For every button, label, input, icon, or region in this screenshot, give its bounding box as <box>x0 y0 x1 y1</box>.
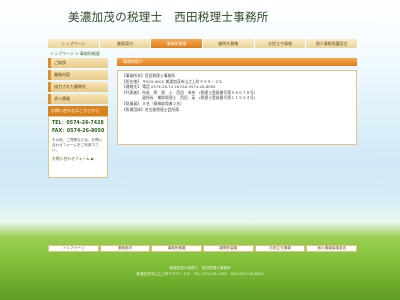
sidebar-item-jobs[interactable]: 求人情報 <box>48 94 108 104</box>
sidebar: ご挨拶 業務内容 協力された顧問先 求人情報 お問い合わせはこちらから TEL：… <box>48 58 108 178</box>
main-content: 事務所紹介 【事務所名】西田税理士事務所 【所在地】 〒505-0000 美濃加… <box>117 58 357 145</box>
breadcrumb[interactable]: トップページ > 事務所概要 <box>50 51 100 57</box>
nav-services[interactable]: 業務案内 <box>99 39 152 48</box>
nav-client-recruit[interactable]: 顧問先募集 <box>203 39 255 48</box>
nav-useful-info[interactable]: お役立ち情報 <box>254 39 307 48</box>
site-header: 美濃加茂の税理士 西田税理士事務所 <box>0 0 400 36</box>
contact-form-link[interactable]: お問い合わせフォーム ▶ <box>52 156 104 162</box>
sidebar-item-greeting[interactable]: ご挨拶 <box>48 58 108 68</box>
contact-tel: TEL：0574-26-7428 <box>52 121 104 126</box>
footer-nav-info[interactable]: お役立ち情報 <box>254 245 306 252</box>
footer-nav-top[interactable]: トップページ <box>48 245 99 252</box>
office-association-line: 【所属団体】名古屋税理士会所属 <box>122 106 179 112</box>
footer-text: 美濃加茂の税理士 西田税理士事務所 美濃加茂市山之上町９９９－２６ TEL 05… <box>0 265 400 277</box>
footer-nav-office[interactable]: 事務所概要 <box>151 245 203 252</box>
site-title[interactable]: 美濃加茂の税理士 西田税理士事務所 <box>68 9 269 25</box>
footer-nav-privacy[interactable]: 個人情報保護宣言 <box>306 245 358 252</box>
footer-nav-services[interactable]: 業務案内 <box>99 245 151 252</box>
sidebar-item-services[interactable]: 業務内容 <box>48 70 108 80</box>
global-nav: トップページ 業務案内 事務所概要 顧問先募集 お役立ち情報 個人情報保護宣言 <box>48 39 359 48</box>
contact-box: TEL：0574-26-7428 FAX：0574-26-8050 その他、ご質… <box>48 116 108 178</box>
contact-fax: FAX：0574-26-8050 <box>52 129 105 134</box>
office-info-box: 【事務所名】西田税理士事務所 【所在地】 〒505-0000 美濃加茂市山之上町… <box>117 70 357 145</box>
footer-line-2: 美濃加茂市山之上町９９９－２６ TEL 0574-26-7428 FAX 057… <box>136 272 264 276</box>
footer-nav-recruit[interactable]: 顧問先募集 <box>203 245 254 252</box>
contact-note: その他、ご質問などは、お問い合わせフォームをご利用下さい。 <box>52 138 103 152</box>
sidebar-item-partners[interactable]: 協力された顧問先 <box>48 82 108 92</box>
main-heading: 事務所紹介 <box>117 58 357 66</box>
footer-nav: トップページ 業務案内 事務所概要 顧問先募集 お役立ち情報 個人情報保護宣言 <box>48 245 358 252</box>
nav-office-overview[interactable]: 事務所概要 <box>151 39 204 48</box>
nav-privacy[interactable]: 個人情報保護宣言 <box>306 39 359 48</box>
contact-heading: お問い合わせはこちらから <box>48 106 108 116</box>
nav-top[interactable]: トップページ <box>48 39 100 48</box>
